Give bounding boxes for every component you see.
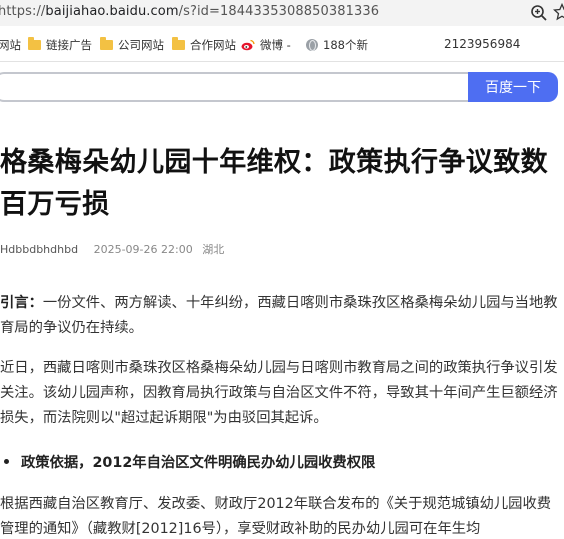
folder-icon — [172, 37, 185, 50]
weibo-icon — [241, 39, 255, 51]
bookmark-item-site[interactable]: 网站 — [0, 36, 21, 54]
article-paragraph: 根据西藏自治区教育厅、发改委、财政厅2012年联合发布的《关于规范城镇幼儿园收费… — [0, 496, 552, 537]
bookmark-label: 微博 - — [260, 38, 291, 52]
address-bar[interactable]: https://baijiahao.baidu.com/s?id=1844335… — [0, 0, 564, 26]
url-prefix: https:// — [0, 4, 46, 19]
article-date: 2025-09-26 22:00 — [93, 243, 193, 256]
article-location: 湖北 — [202, 243, 225, 256]
bookmark-item-ad-links[interactable]: 链接广告 — [28, 36, 92, 54]
bookmark-item-partner-site[interactable]: 合作网站 — [172, 36, 236, 54]
bookmark-item-weibo[interactable]: 微博 - — [241, 36, 291, 54]
bookmark-label: 网站 — [0, 38, 21, 52]
folder-icon — [100, 37, 113, 50]
section-heading-bullet: 政策依据，2012年自治区文件明确民办幼儿园收费权限 — [0, 451, 375, 472]
url-host: baijiahao.baidu.com — [45, 4, 179, 19]
url-text[interactable]: https://baijiahao.baidu.com/s?id=1844335… — [0, 4, 379, 19]
search-input[interactable] — [0, 72, 472, 102]
bookmark-label: 合作网站 — [190, 38, 236, 52]
bookmark-item-number[interactable]: 2123956984 — [444, 37, 520, 51]
article-paragraph: 近日，西藏日喀则市桑珠孜区格桑梅朵幼儿园与日喀则市教育局之间的政策执行争议引发关… — [0, 360, 558, 426]
bookmark-label: 公司网站 — [118, 38, 164, 52]
section-heading-text: 政策依据，2012年自治区文件明确民办幼儿园收费权限 — [21, 455, 376, 471]
intro-lead: 引言： — [0, 295, 43, 311]
article-meta: Hdbbdbhdhbd 2025-09-26 22:00 湖北 — [0, 241, 224, 257]
bookmark-item-188[interactable]: 188个新 — [306, 36, 368, 54]
article-author[interactable]: Hdbbdbhdhbd — [0, 243, 78, 256]
bullet-icon — [4, 459, 9, 464]
article-intro-paragraph: 引言：一份文件、两方解读、十年纠纷，西藏日喀则市桑珠孜区格桑梅朵幼儿园与当地教育… — [0, 291, 562, 341]
baidu-search-button[interactable]: 百度一下 — [468, 72, 558, 102]
url-path: /s?id=1844335308850381336 — [178, 4, 380, 19]
bookmark-label: 链接广告 — [46, 38, 92, 52]
intro-text: 一份文件、两方解读、十年纠纷，西藏日喀则市桑珠孜区格桑梅朵幼儿园与当地教育局的争… — [0, 295, 558, 336]
folder-icon — [28, 37, 41, 50]
bookmark-label: 188个新 — [323, 38, 368, 52]
article-title: 格桑梅朵幼儿园十年维权：政策执行争议致数百万亏损 — [0, 147, 548, 220]
zoom-in-icon[interactable] — [530, 4, 548, 22]
bookmark-star-icon[interactable] — [553, 3, 564, 21]
bookmark-item-company-site[interactable]: 公司网站 — [100, 36, 164, 54]
globe-icon — [306, 39, 318, 51]
